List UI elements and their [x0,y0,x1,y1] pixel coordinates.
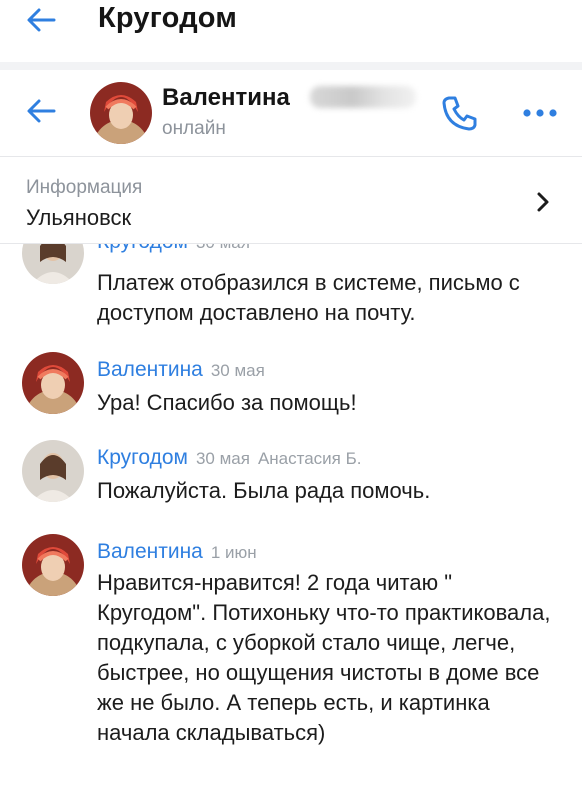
message-operator: Анастасия Б. [257,449,362,468]
app-bar: Кругодом [0,0,582,62]
message-feed[interactable]: Кругодом 30 мая Платеж отобразился в сист… [0,244,582,795]
message-text: Платеж отобразился в системе, письмо с д… [97,270,520,325]
message-text: Нравится-нравится! 2 года читаю " Кругод… [97,570,551,745]
message-date: 30 мая [210,361,265,380]
chat-header: Валентина онлайн [0,70,582,157]
back-arrow-icon[interactable] [24,3,58,37]
divider [0,62,582,70]
message-header: Кругодом 30 мая Анастасия Б. [97,446,362,470]
message-author[interactable]: Кругодом [97,244,188,253]
message-header: Валентина 30 мая [97,358,265,382]
message-date: 30 мая [195,449,250,468]
message-date: 1 июн [210,543,257,562]
blurred-surname [310,86,416,108]
message-date: 30 мая [196,244,250,252]
phone-icon[interactable] [440,94,478,132]
message-text: Пожалуйста. Была рада помочь. [97,478,431,503]
message-author[interactable]: Кругодом [97,446,188,469]
message-header: Валентина 1 июн [97,540,257,564]
contact-avatar[interactable] [90,82,152,144]
contact-status: онлайн [162,118,226,139]
more-dots-icon[interactable] [520,98,560,128]
info-row[interactable]: Информация Ульяновск [0,157,582,244]
author-avatar[interactable] [22,244,84,284]
app-title: Кругодом [98,2,237,34]
message-author[interactable]: Валентина [97,358,203,381]
contact-name: Валентина [162,84,290,111]
author-avatar[interactable] [22,352,84,414]
author-avatar[interactable] [22,534,84,596]
message-header: Кругодом 30 мая [97,244,250,254]
chat-back-arrow-icon[interactable] [24,94,58,128]
info-label: Информация [26,177,143,198]
author-avatar[interactable] [22,440,84,502]
message-text: Ура! Спасибо за помощь! [97,390,357,415]
message-author[interactable]: Валентина [97,540,203,563]
chevron-right-icon [537,192,549,212]
info-value: Ульяновск [26,205,132,230]
